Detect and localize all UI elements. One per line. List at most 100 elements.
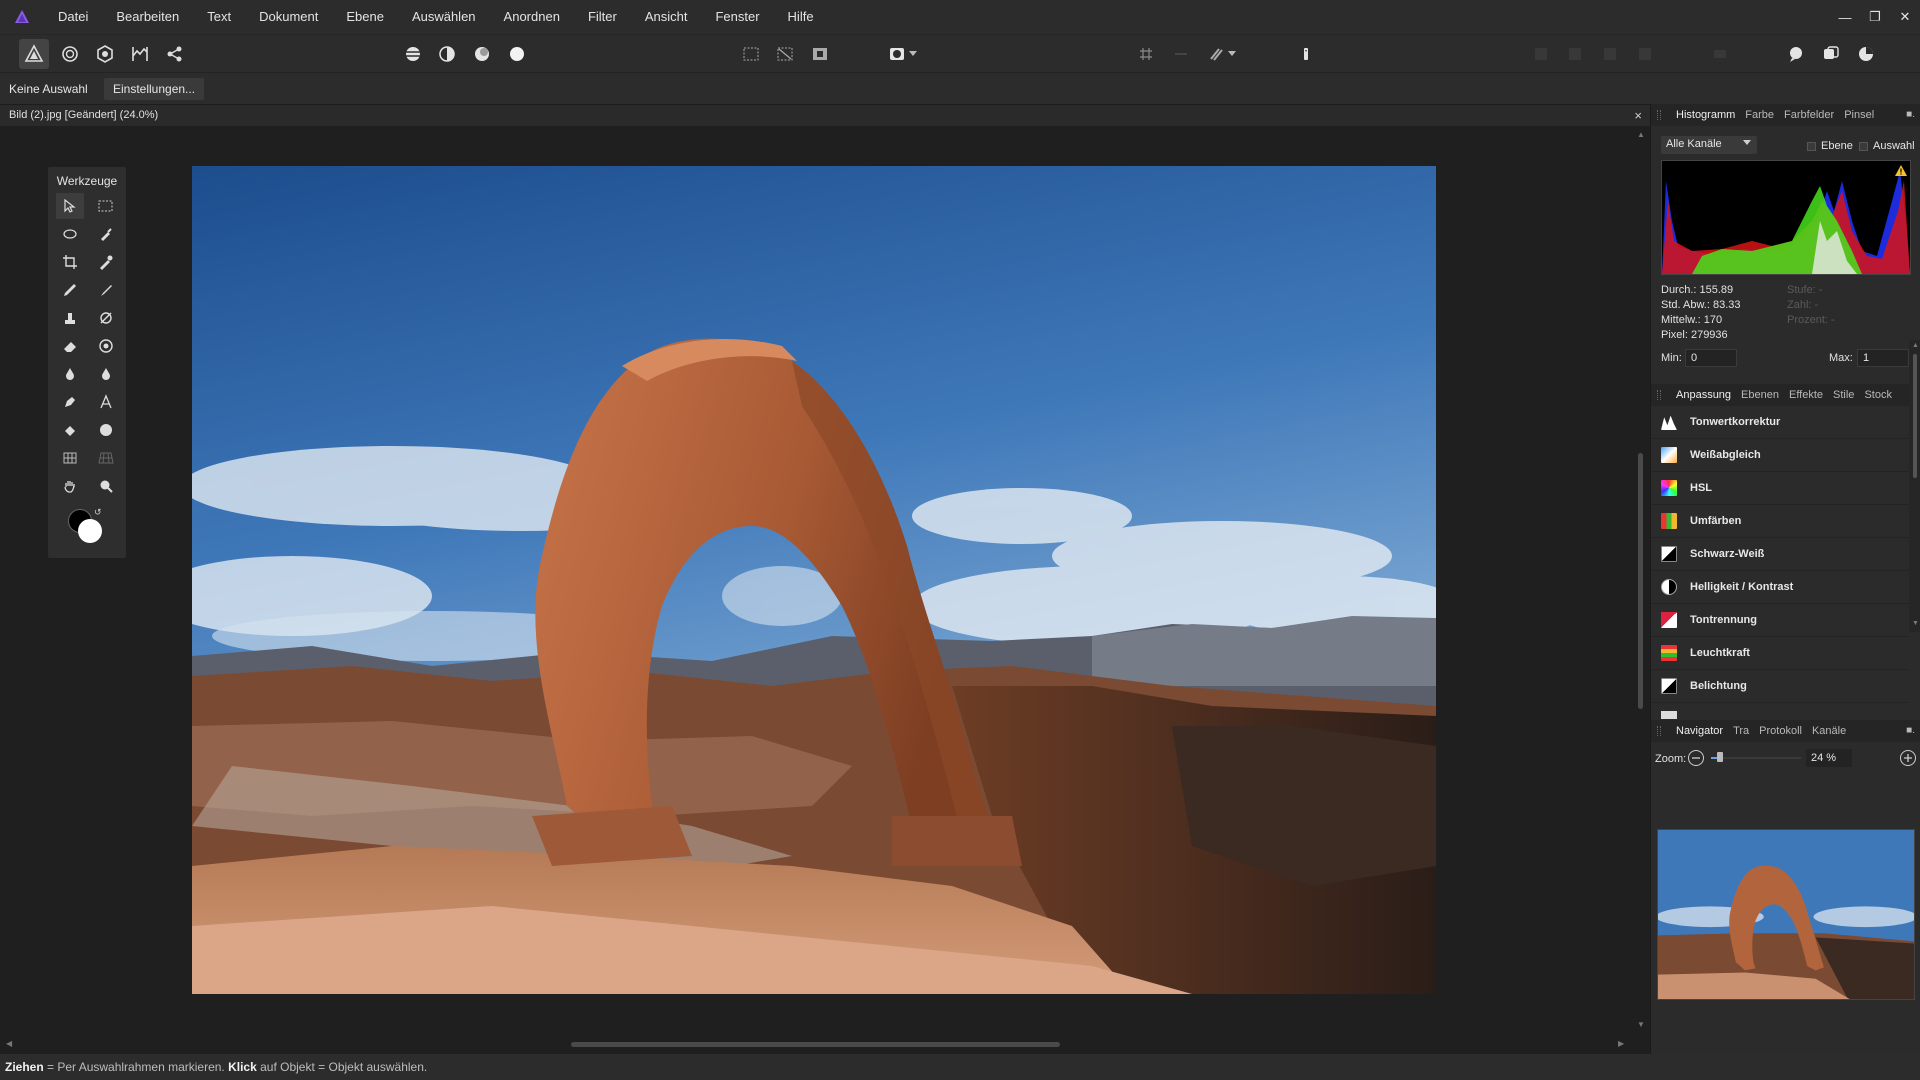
color-picker-tool-icon[interactable] [92,249,120,275]
zoom-slider[interactable] [1711,749,1801,767]
max-input[interactable]: 1 [1857,349,1909,367]
adjustment-scroll-thumb[interactable] [1913,354,1917,478]
align-icon[interactable] [1705,39,1735,69]
auto-contrast-icon[interactable] [432,39,462,69]
horizontal-scrollbar[interactable]: ◀ ▶ [0,1036,1650,1054]
snapping-grid-icon[interactable] [1131,39,1161,69]
pen-tool-icon[interactable] [56,389,84,415]
zoom-in-icon[interactable] [1899,749,1917,767]
affinity-photo-logo-icon[interactable] [0,0,44,34]
selection-brush-tool-icon[interactable] [92,221,120,247]
rectangle-marquee-tool-icon[interactable] [92,193,120,219]
adjustment-item[interactable]: Helligkeit / Kontrast [1651,571,1909,604]
flood-fill-tool-icon[interactable] [56,417,84,443]
scroll-up-icon[interactable]: ▲ [1912,342,1919,349]
sharpen-brush-tool-icon[interactable] [92,361,120,387]
menu-anordnen[interactable]: Anordnen [490,0,574,34]
move-tool-icon[interactable] [56,193,84,219]
channel-select[interactable]: Alle Kanäle [1661,136,1757,154]
perspective-tool-icon[interactable] [92,445,120,471]
tab-brushes[interactable]: Pinsel [1839,104,1879,126]
checkbox-box[interactable] [1859,141,1868,151]
clone-brush-tool-icon[interactable] [56,305,84,331]
assistant-icon[interactable] [1781,39,1811,69]
tab-transform[interactable]: Tra [1728,720,1754,742]
zoom-value-field[interactable]: 24 % [1806,749,1852,767]
photo-persona-icon[interactable] [19,39,49,69]
layer-checkbox[interactable]: Ebene [1807,140,1853,152]
panel-grip-icon[interactable] [1657,390,1661,400]
tab-adjustments[interactable]: Anpassung [1671,384,1736,406]
arrange-backward-icon[interactable] [1560,39,1590,69]
eraser-tool-icon[interactable] [56,333,84,359]
secondary-color-swatch[interactable] [78,519,102,543]
panel-menu-icon[interactable]: ■. [1906,725,1915,736]
menu-ebene[interactable]: Ebene [332,0,398,34]
menu-hilfe[interactable]: Hilfe [774,0,828,34]
paint-brush-tool-icon[interactable] [56,277,84,303]
tab-color[interactable]: Farbe [1740,104,1779,126]
close-window-button[interactable]: ✕ [1890,0,1920,34]
export-persona-icon[interactable] [160,39,190,69]
vertical-scrollbar[interactable]: ▲ ▼ [1632,126,1650,1036]
arrange-front-icon[interactable] [1630,39,1660,69]
selection-checkbox[interactable]: Auswahl [1859,140,1915,152]
menu-ansicht[interactable]: Ansicht [631,0,702,34]
adjustment-item[interactable]: Tontrennung [1651,604,1909,637]
snapping-options-icon[interactable] [1166,39,1196,69]
horizontal-scroll-thumb[interactable] [571,1042,1060,1047]
healing-brush-tool-icon[interactable] [92,305,120,331]
scroll-up-icon[interactable]: ▲ [1637,130,1645,139]
tab-stock[interactable]: Stock [1859,384,1897,406]
adjustment-item[interactable]: Schwarz-Weiß [1651,538,1909,571]
document-image[interactable] [192,166,1436,994]
tab-swatches[interactable]: Farbfelder [1779,104,1839,126]
snapping-dropdown-icon[interactable] [1225,39,1239,69]
menu-auswählen[interactable]: Auswählen [398,0,490,34]
restore-button[interactable]: ❐ [1860,0,1890,34]
panel-grip-icon[interactable] [1657,110,1661,120]
arrange-back-icon[interactable] [1526,39,1556,69]
adjustment-item[interactable]: Leuchtkraft [1651,637,1909,670]
scroll-right-icon[interactable]: ▶ [1618,1039,1624,1048]
menu-datei[interactable]: Datei [44,0,102,34]
minimize-button[interactable]: — [1830,0,1860,34]
swap-colors-icon[interactable]: ↺ [94,507,102,518]
dodge-tool-icon[interactable] [92,333,120,359]
blur-brush-tool-icon[interactable] [56,361,84,387]
context-help-icon[interactable] [1291,39,1321,69]
adjustment-item[interactable]: Umfärben [1651,505,1909,538]
zoom-slider-thumb[interactable] [1717,752,1724,762]
adjustment-item[interactable]: Weißabgleich [1651,439,1909,472]
adjustment-item[interactable]: HSL [1651,472,1909,505]
marquee-select-icon[interactable] [736,39,766,69]
liquify-persona-icon[interactable] [55,39,85,69]
scroll-down-icon[interactable]: ▼ [1637,1020,1645,1029]
tab-navigator[interactable]: Navigator [1671,720,1728,742]
tab-history[interactable]: Protokoll [1754,720,1807,742]
menu-dokument[interactable]: Dokument [245,0,332,34]
color-wheel-icon[interactable] [1851,39,1881,69]
tab-channels[interactable]: Kanäle [1807,720,1851,742]
quick-mask-dropdown-icon[interactable] [906,39,920,69]
panel-menu-icon[interactable]: ■. [1906,109,1915,120]
tab-layers[interactable]: Ebenen [1736,384,1784,406]
zoom-out-icon[interactable] [1687,749,1705,767]
settings-button[interactable]: Einstellungen... [104,78,205,100]
studio-presets-icon[interactable] [1816,39,1846,69]
menu-text[interactable]: Text [193,0,245,34]
arrange-forward-icon[interactable] [1595,39,1625,69]
deselect-icon[interactable] [770,39,800,69]
adjustment-item[interactable]: Belichtung [1651,670,1909,703]
color-swatches[interactable]: ↺ [64,507,108,551]
menu-filter[interactable]: Filter [574,0,631,34]
tab-histogram[interactable]: Histogramm [1671,104,1740,126]
shape-tool-icon[interactable] [92,417,120,443]
auto-levels-icon[interactable] [398,39,428,69]
navigator-preview[interactable] [1657,829,1915,1000]
text-tool-icon[interactable] [92,389,120,415]
auto-colors-icon[interactable] [467,39,497,69]
adjustment-scrollbar[interactable]: ▲ ▼ [1909,340,1920,632]
develop-persona-icon[interactable] [90,39,120,69]
tab-styles[interactable]: Stile [1828,384,1859,406]
